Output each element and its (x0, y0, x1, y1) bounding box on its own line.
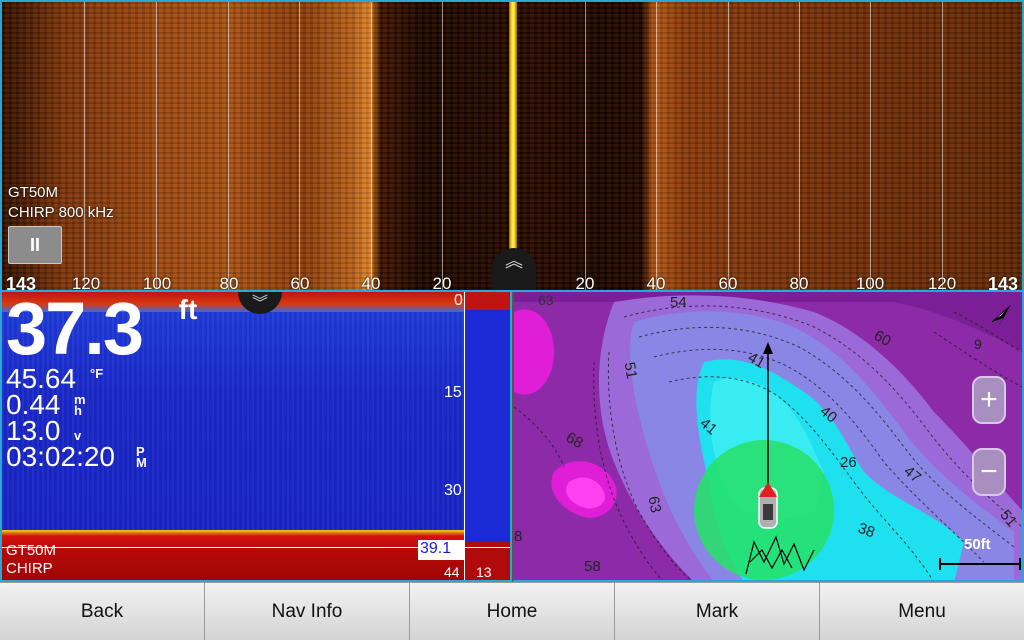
range-gridline (442, 2, 443, 290)
voltage-unit: v (74, 428, 82, 443)
contour-label: 63 (538, 292, 554, 308)
temperature-unit: °F (90, 366, 104, 381)
contour-map (514, 292, 1022, 580)
expand-up-button[interactable]: ︽ (492, 248, 536, 290)
sonar-source-mode: CHIRP (6, 560, 53, 577)
contour-label: 63 (644, 494, 665, 515)
depth-scale-label: 30 (444, 482, 462, 499)
sonar-source-name: GT50M (6, 542, 57, 559)
range-gridline (299, 2, 300, 290)
pause-button[interactable]: II (8, 226, 62, 264)
range-gridline (728, 2, 729, 290)
depth-readout: 37.3 (6, 292, 144, 370)
scale-label: 80 (789, 274, 809, 292)
pause-icon: II (29, 234, 40, 255)
chevron-double-up-icon: ︽ (505, 251, 523, 271)
mark-button[interactable]: Mark (615, 582, 820, 640)
scale-label: 80 (219, 274, 239, 292)
back-button[interactable]: Back (0, 582, 205, 640)
traditional-sonar-pane[interactable]: 37.3 ft 45.64 °F 0.44 mh 13.0 v 03:02:20… (0, 292, 512, 582)
zoom-out-button[interactable]: − (972, 448, 1006, 496)
time-suffix: PM (136, 444, 147, 470)
scale-label: 40 (646, 274, 666, 292)
flasher-extra-label: 13 (476, 564, 492, 580)
scale-label: 20 (432, 274, 452, 292)
contour-label: 9 (974, 336, 982, 352)
scale-label: 20 (575, 274, 595, 292)
depth-scale-label: 0 (454, 292, 463, 309)
range-gridline (870, 2, 871, 290)
range-left-label: 143 (6, 274, 37, 292)
depth-scale-label: 15 (444, 384, 462, 401)
scale-label: 100 (142, 274, 172, 292)
scale-label: 60 (718, 274, 738, 292)
range-gridline (799, 2, 800, 290)
home-button[interactable]: Home (410, 582, 615, 640)
range-right-label: 143 (988, 274, 1019, 292)
range-gridline (371, 2, 372, 290)
chevron-double-down-icon: ︾ (251, 295, 268, 312)
range-gridline (228, 2, 229, 290)
bottom-soft-key-bar: Back Nav Info Home Mark Menu (0, 582, 1024, 640)
boat-icon (758, 482, 778, 529)
speed-unit: mh (74, 392, 86, 418)
bottom-depth-indicator: 39.1 (418, 540, 464, 560)
range-gridline (656, 2, 657, 290)
fishfinder-screen: GT50M CHIRP 800 kHz II 143 143 120 100 8… (0, 0, 1024, 640)
scale-label: 120 (71, 274, 101, 292)
range-gridline (942, 2, 943, 290)
range-gridline (84, 2, 85, 290)
scale-label: 100 (855, 274, 885, 292)
time-readout: 03:02:20 (6, 441, 115, 472)
contour-label: 54 (670, 294, 687, 311)
contour-label: 51 (620, 360, 641, 381)
scale-label: 40 (361, 274, 381, 292)
range-gridline (585, 2, 586, 290)
contour-label: 26 (840, 454, 857, 471)
sidevu-source-name: GT50M (8, 184, 59, 201)
menu-button[interactable]: Menu (820, 582, 1024, 640)
flasher-depth-label: 44 (444, 564, 460, 580)
scale-label: 60 (290, 274, 310, 292)
contour-label: 58 (584, 558, 601, 575)
map-scale-label: 50ft (964, 536, 991, 553)
sidevu-source-frequency: CHIRP 800 kHz (8, 204, 114, 221)
sidevu-sonar-pane[interactable]: GT50M CHIRP 800 kHz II 143 143 120 100 8… (0, 0, 1024, 292)
range-gridline (156, 2, 157, 290)
zoom-in-button[interactable]: + (972, 376, 1006, 424)
minus-icon: − (980, 455, 998, 488)
boat-track-centerline (509, 2, 517, 290)
scale-label: 120 (927, 274, 957, 292)
nav-info-button[interactable]: Nav Info (205, 582, 410, 640)
contour-label: 8 (514, 528, 523, 545)
depth-unit: ft (178, 294, 198, 325)
plus-icon: + (980, 383, 998, 416)
flasher-column (464, 292, 510, 580)
navigation-chart-pane[interactable]: 63 54 60 9 51 41 41 40 26 47 68 63 38 51… (512, 292, 1024, 582)
bottom-return (2, 530, 464, 580)
